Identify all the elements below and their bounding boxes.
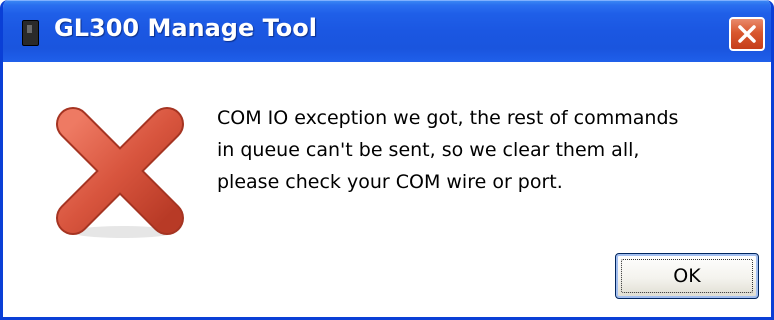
ok-button[interactable]: OK [615,253,759,299]
error-x-icon [56,107,184,238]
focus-ring [621,259,753,293]
error-message: COM IO exception we got, the rest of com… [217,102,757,198]
close-button[interactable] [729,17,765,51]
dialog-body: COM IO exception we got, the rest of com… [3,62,771,317]
message-line: in queue can't be sent, so we clear them… [217,139,640,161]
dialog-window: GL300 Manage Tool COM IO exception we go… [0,0,774,320]
close-icon [738,25,756,43]
message-line: COM IO exception we got, the rest of com… [217,107,679,129]
window-title: GL300 Manage Tool [54,14,318,42]
title-bar[interactable]: GL300 Manage Tool [3,0,771,62]
message-line: please check your COM wire or port. [217,171,563,193]
app-icon [22,20,39,46]
